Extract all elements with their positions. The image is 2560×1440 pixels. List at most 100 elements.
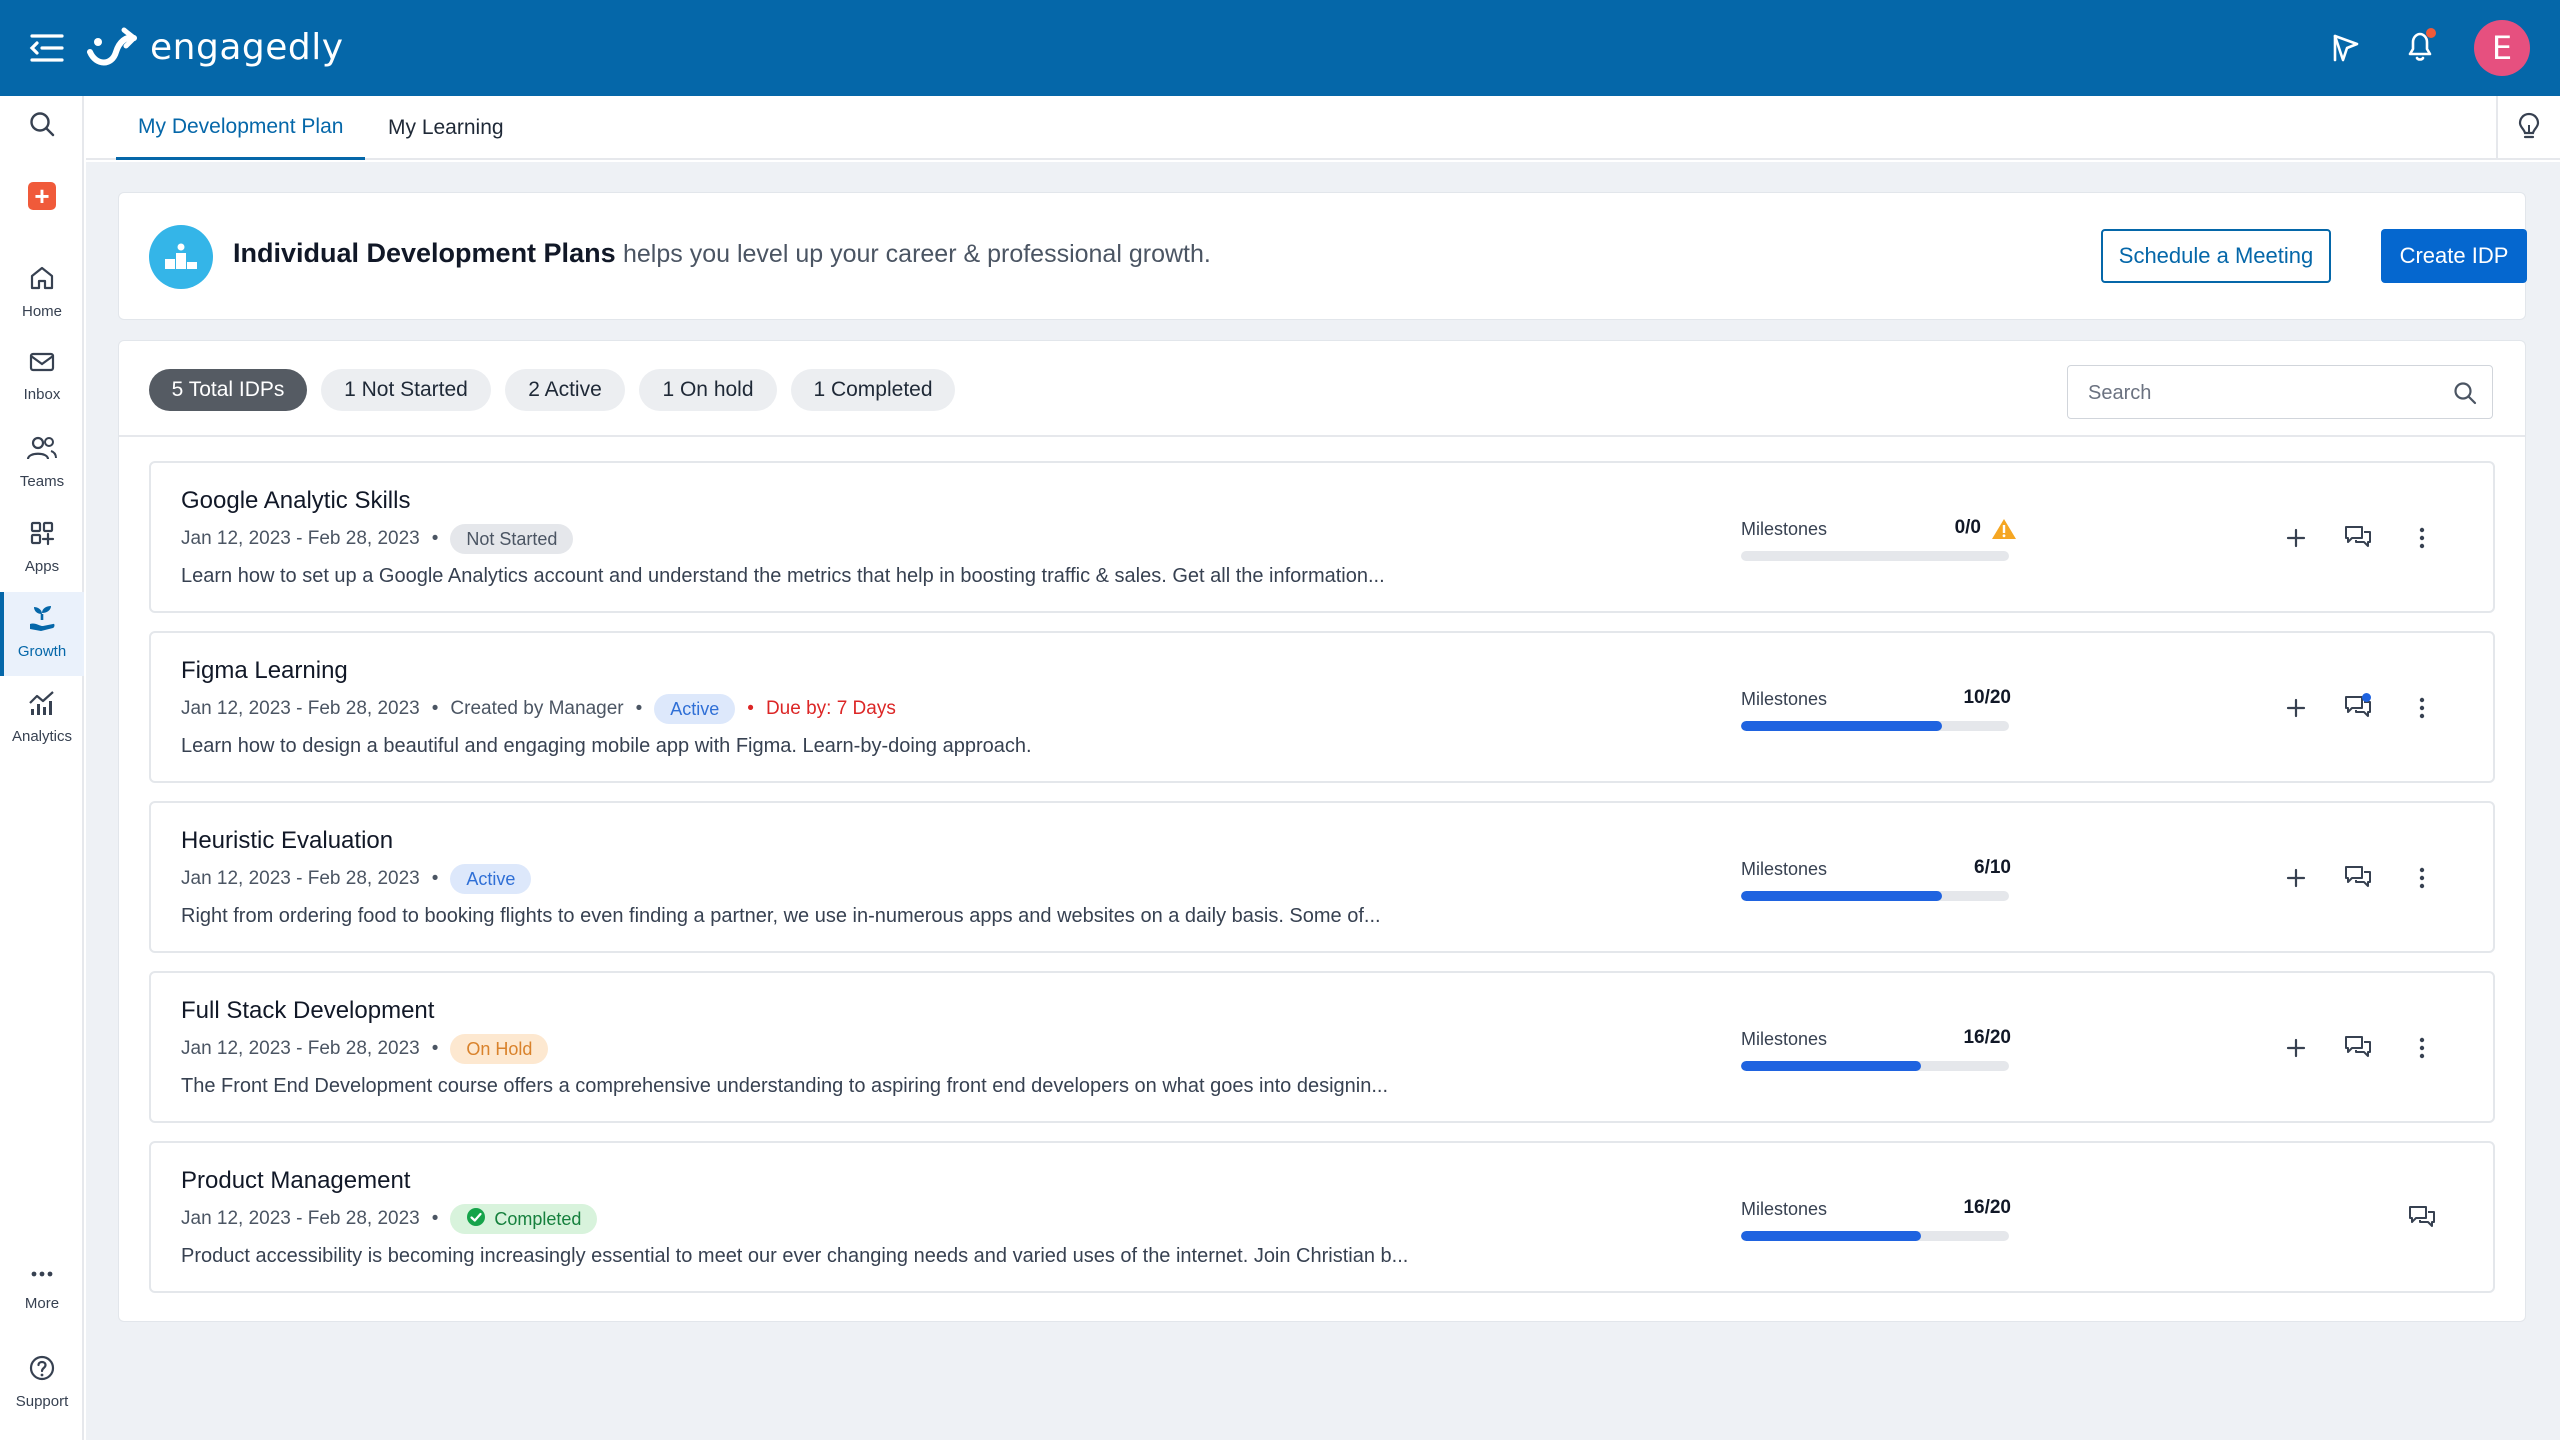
add-button[interactable]	[2277, 519, 2315, 557]
kebab-icon[interactable]	[2403, 519, 2441, 557]
sidebar-item-label: More	[24, 1295, 60, 1312]
comment-button[interactable]	[2339, 1029, 2377, 1067]
sidebar-item-analytics[interactable]: Analytics	[0, 681, 84, 755]
menu-icon[interactable]	[28, 30, 66, 66]
home-icon	[28, 264, 56, 297]
separator-dot: •	[431, 698, 439, 719]
idp-card[interactable]: Product Management Jan 12, 2023 - Feb 28…	[149, 1141, 2495, 1293]
analytics-icon	[27, 689, 57, 722]
add-button[interactable]	[2277, 1029, 2315, 1067]
idp-list-panel: 5 Total IDPs 1 Not Started 2 Active 1 On…	[118, 340, 2526, 1322]
comment-button[interactable]	[2403, 1199, 2441, 1237]
filter-chip-on-hold[interactable]: 1 On hold	[639, 369, 777, 411]
sidebar-item-quick-add[interactable]: +	[0, 181, 84, 226]
filter-chip-not-started[interactable]: 1 Not Started	[321, 369, 491, 411]
plus-icon: +	[28, 181, 56, 211]
idp-description: The Front End Development course offers …	[181, 1075, 1389, 1097]
kebab-icon[interactable]	[2403, 859, 2441, 897]
idp-title[interactable]: Heuristic Evaluation	[181, 827, 393, 855]
sidebar-item-home[interactable]: Home	[0, 256, 84, 330]
idp-card[interactable]: Heuristic Evaluation Jan 12, 2023 - Feb …	[149, 801, 2495, 953]
idp-title[interactable]: Figma Learning	[181, 657, 348, 685]
milestones-progress	[1741, 1231, 2009, 1241]
milestones-label: Milestones	[1741, 689, 1828, 709]
sidebar-item-inbox[interactable]: Inbox	[0, 341, 84, 415]
brand-name: engagedly	[150, 27, 344, 68]
sidebar-item-apps[interactable]: Apps	[0, 511, 84, 585]
bell-icon[interactable]	[2398, 24, 2442, 68]
separator-dot: •	[431, 1208, 439, 1229]
milestones-count: 10/20	[1963, 687, 2011, 708]
milestones-label: Milestones	[1741, 1029, 1828, 1049]
sidebar-item-growth[interactable]: Growth	[0, 592, 84, 676]
create-idp-button[interactable]: Create IDP	[2381, 229, 2527, 283]
idp-dates: Jan 12, 2023 - Feb 28, 2023	[181, 1038, 420, 1059]
filter-chip-total[interactable]: 5 Total IDPs	[149, 369, 307, 411]
idp-title[interactable]: Product Management	[181, 1167, 410, 1195]
idp-dates: Jan 12, 2023 - Feb 28, 2023	[181, 868, 420, 889]
separator-dot: •	[747, 698, 754, 719]
flag-feedback-icon[interactable]	[2324, 26, 2368, 70]
status-badge: Active	[450, 864, 532, 894]
milestones-progress-fill	[1741, 1061, 1921, 1071]
idp-meta: Jan 12, 2023 - Feb 28, 2023 • Created by…	[181, 693, 896, 725]
idp-card[interactable]: Google Analytic Skills Jan 12, 2023 - Fe…	[149, 461, 2495, 613]
comment-button[interactable]	[2339, 859, 2377, 897]
idp-description: Right from ordering food to booking flig…	[181, 905, 1381, 927]
tab-my-development-plan[interactable]: My Development Plan	[116, 96, 366, 160]
kebab-icon[interactable]	[2403, 1029, 2441, 1067]
engagedly-logo[interactable]: engagedly	[86, 22, 344, 73]
kebab-icon[interactable]	[2403, 689, 2441, 727]
idp-dates: Jan 12, 2023 - Feb 28, 2023	[181, 528, 420, 549]
add-button[interactable]	[2277, 859, 2315, 897]
milestones-progress	[1741, 891, 2009, 901]
idp-description: Learn how to set up a Google Analytics a…	[181, 565, 1385, 587]
sidebar-item-label: Analytics	[11, 728, 73, 745]
sidebar-item-label: Teams	[19, 473, 65, 490]
milestones-label: Milestones	[1741, 859, 1828, 879]
sidebar-item-label: Apps	[24, 558, 60, 575]
more-dots-icon	[28, 1264, 56, 1289]
chat-icon	[2343, 863, 2373, 894]
status-badge: Not Started	[450, 524, 574, 554]
due-label: Due by: 7 Days	[765, 698, 896, 719]
idp-title[interactable]: Full Stack Development	[181, 997, 434, 1025]
milestones-progress-fill	[1741, 721, 1942, 731]
add-button[interactable]	[2277, 689, 2315, 727]
filter-chip-completed[interactable]: 1 Completed	[791, 369, 955, 411]
sidebar-item-search[interactable]	[0, 110, 84, 154]
schedule-meeting-button[interactable]: Schedule a Meeting	[2101, 229, 2331, 283]
milestones-count: 0/0	[1954, 517, 1981, 538]
top-bar: engagedly E	[0, 0, 2560, 96]
help-circle-icon	[28, 1354, 56, 1387]
idp-meta: Jan 12, 2023 - Feb 28, 2023 • Not Starte…	[181, 523, 574, 555]
filter-chip-active[interactable]: 2 Active	[505, 369, 625, 411]
milestones-count: 16/20	[1963, 1027, 2011, 1048]
tab-my-learning[interactable]: My Learning	[366, 96, 526, 160]
milestones-progress-fill	[1741, 891, 1942, 901]
milestones-progress	[1741, 721, 2009, 731]
comment-button[interactable]	[2339, 519, 2377, 557]
sidebar-item-teams[interactable]: Teams	[0, 426, 84, 500]
avatar[interactable]: E	[2474, 20, 2530, 76]
milestones-label: Milestones	[1741, 519, 1828, 539]
comment-button[interactable]	[2339, 689, 2377, 727]
lightbulb-icon[interactable]	[2496, 96, 2560, 158]
banner-subtitle: helps you level up your career & profess…	[623, 240, 1211, 268]
milestones-count: 16/20	[1963, 1197, 2011, 1218]
sidebar-item-label: Inbox	[23, 386, 61, 403]
engagedly-logo-icon	[86, 22, 138, 73]
sidebar-item-support[interactable]: Support	[0, 1346, 84, 1420]
idp-description: Product accessibility is becoming increa…	[181, 1245, 1409, 1267]
separator-dot: •	[635, 698, 643, 719]
idp-title[interactable]: Google Analytic Skills	[181, 487, 410, 515]
search-icon[interactable]	[2452, 380, 2478, 406]
main-content: Individual Development Plans helps you l…	[86, 162, 2560, 1440]
status-badge: On Hold	[450, 1034, 549, 1064]
idp-card[interactable]: Figma Learning Jan 12, 2023 - Feb 28, 20…	[149, 631, 2495, 783]
idp-card[interactable]: Full Stack Development Jan 12, 2023 - Fe…	[149, 971, 2495, 1123]
search-input[interactable]	[2088, 378, 2428, 408]
sidebar-item-more[interactable]: More	[0, 1256, 84, 1330]
sidebar: + Home Inbox Teams Apps Growth Analytics…	[0, 96, 84, 1440]
status-badge: Completed	[450, 1204, 598, 1234]
